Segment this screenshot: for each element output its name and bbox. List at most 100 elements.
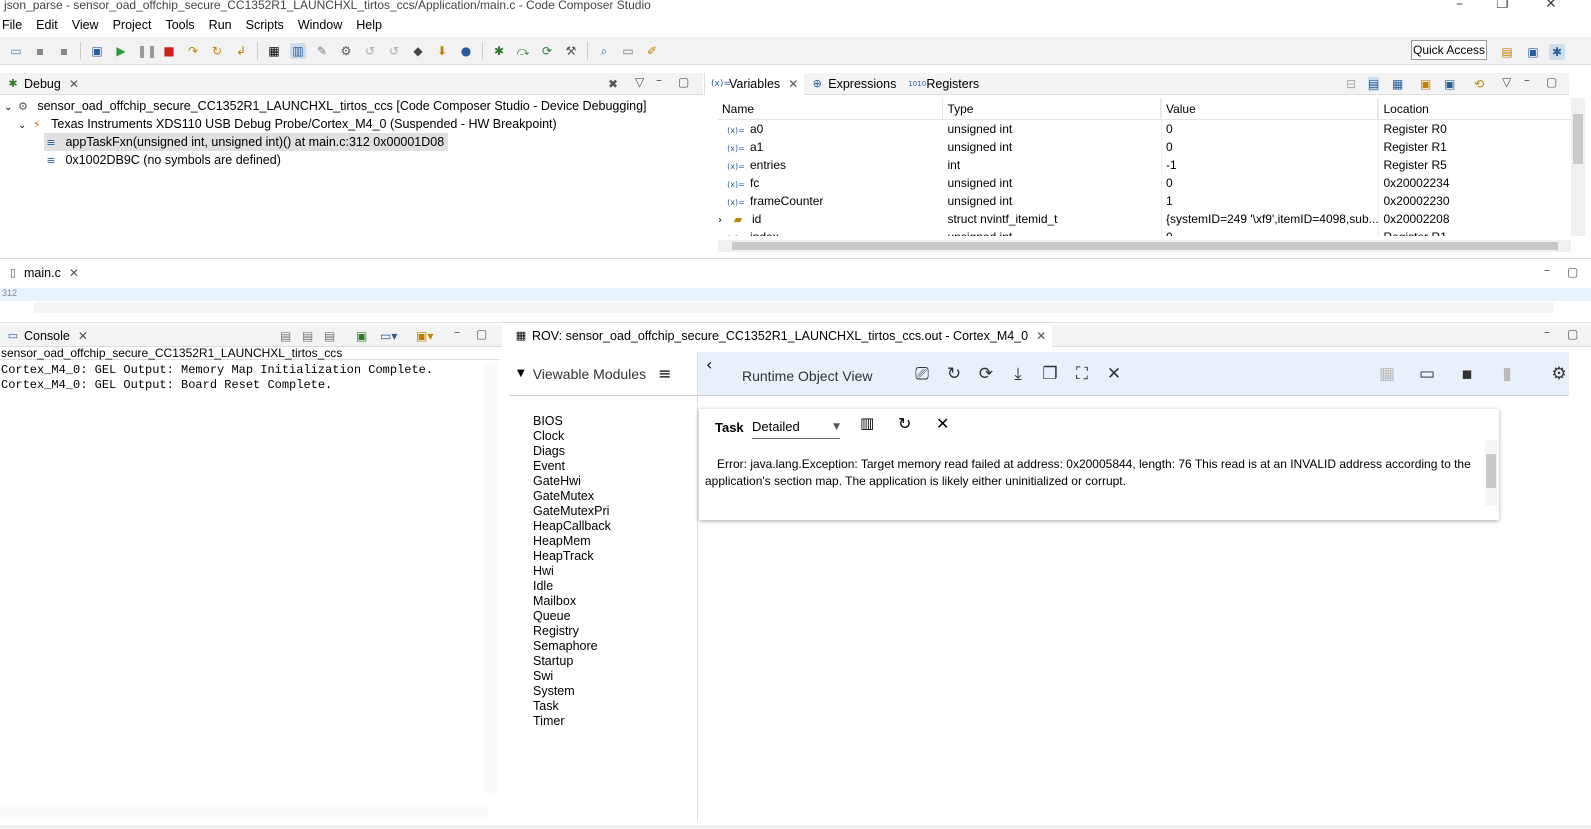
maximize-view-icon[interactable]: ▢ [476,327,487,341]
console-hscroll[interactable] [0,807,488,819]
close-icon[interactable]: ✕ [69,266,79,280]
list-item[interactable]: BIOS [533,414,611,429]
minimize-view-icon[interactable]: – [1524,73,1530,87]
fullscreen-icon[interactable]: ⛶ [1071,363,1093,385]
refresh-variables-icon[interactable]: ⟲ [1474,77,1484,91]
layout-icon[interactable]: ▦ [1392,77,1403,91]
minimize-view-icon[interactable]: – [1544,325,1550,339]
refresh-icon[interactable]: ⟳ [539,43,555,59]
menu-run[interactable]: Run [209,18,232,32]
list-item[interactable]: Event [533,459,611,474]
tab-rov[interactable]: ▦ ROV: sensor_oad_offchip_secure_CC1352R… [508,324,1053,347]
debug-probe-row[interactable]: ⌄ ⚡ Texas Instruments XDS110 USB Debug P… [18,115,557,133]
list-item[interactable]: Task [533,699,611,714]
tab-registers[interactable]: 1010 Registers [902,73,985,95]
list-item[interactable]: Queue [533,609,611,624]
tab-console[interactable]: ▭ Console ✕ [0,325,94,347]
minimize-view-icon[interactable]: – [1544,263,1550,277]
close-icon[interactable]: ✕ [1036,329,1046,343]
minimize-view-icon[interactable]: – [454,325,460,339]
variable-value[interactable]: -1 [1160,156,1379,174]
ccs-edit-perspective-icon[interactable]: ▣ [1525,44,1541,60]
stack-frame-row[interactable]: ≡ 0x1002DB9C (no symbols are defined) [44,151,281,169]
dashboard-icon[interactable]: ▦ [1376,363,1398,385]
show-type-icon[interactable]: ▤ [1368,77,1380,91]
run-config-icon[interactable]: ● [458,43,474,59]
list-item[interactable]: Timer [533,714,611,729]
quick-access-field[interactable]: Quick Access [1411,40,1487,60]
suspend-icon[interactable]: ❚❚ [137,43,157,59]
menu-project[interactable]: Project [113,18,152,32]
maximize-icon[interactable]: ❐ [1496,0,1509,12]
tool-icon[interactable]: ✎ [314,43,330,59]
collapse-modules-icon[interactable]: ▼ [517,368,525,379]
save-icon[interactable]: ▪ [32,43,48,59]
back-icon[interactable]: ‹ [706,355,712,374]
variable-value[interactable]: 1 [1160,192,1379,210]
refresh-icon[interactable]: ↻ [943,363,965,385]
menu-file[interactable]: File [2,18,22,32]
close-window-icon[interactable]: ✕ [1545,0,1557,12]
search-icon[interactable]: ⌕ [596,43,612,59]
view-menu-icon[interactable]: ▽ [635,75,644,89]
grid-icon[interactable]: ▦ [266,43,282,59]
snapshot-icon[interactable]: ❐ [1039,363,1061,385]
pin-console-icon[interactable]: ▣ [356,329,367,343]
toggle-icon[interactable]: ▥ [290,42,306,59]
minimize-view-icon[interactable]: – [656,73,662,87]
window-icon[interactable]: ▭ [620,43,636,59]
pin-icon[interactable]: ✐ [644,43,660,59]
variable-value[interactable]: 0 [1160,120,1379,138]
menu-help[interactable]: Help [356,18,382,32]
list-item[interactable]: Idle [533,579,611,594]
menu-edit[interactable]: Edit [36,18,58,32]
list-item[interactable]: Diags [533,444,611,459]
variable-value[interactable]: 0 [1160,228,1379,236]
connect-target-icon[interactable]: ⎚ [911,363,933,385]
variable-value[interactable]: 0 [1160,174,1379,192]
view-menu-icon[interactable]: ▽ [1502,75,1511,89]
close-icon[interactable]: ✕ [1103,363,1125,385]
list-item[interactable]: System [533,684,611,699]
delete-icon[interactable]: ▮ [1496,363,1518,385]
list-item[interactable]: GateMutex [533,489,611,504]
column-value[interactable]: Value [1160,98,1379,119]
list-item[interactable]: GateMutexPri [533,504,611,519]
table-row[interactable]: (x)= a1 unsigned int 0 Register R1 [718,138,1578,156]
maximize-view-icon[interactable]: ▢ [678,75,689,89]
new-icon[interactable]: ▭ [8,43,24,59]
step-into-icon[interactable]: ↷ [185,43,201,59]
table-row[interactable]: › ▰ id struct nvintf_itemid_t {systemID=24… [718,210,1578,228]
task-vscroll-thumb[interactable] [1486,454,1496,488]
flash-icon[interactable]: ◆ [410,43,426,59]
close-icon[interactable]: ✕ [788,77,798,91]
list-item[interactable]: Startup [533,654,611,669]
list-item[interactable]: HeapCallback [533,519,611,534]
list-item[interactable]: Clock [533,429,611,444]
restart-icon[interactable]: ↺ [362,43,378,59]
tab-expressions[interactable]: ⊕ Expressions [804,73,902,95]
download-icon[interactable]: ⤓ [1007,363,1029,385]
step-over-icon[interactable]: ↻ [209,43,225,59]
connect-icon[interactable]: ▣ [89,43,105,59]
step-return-icon[interactable]: ↲ [233,43,249,59]
remove-terminated-icon[interactable]: ✖ [608,77,618,91]
list-item[interactable]: Registry [533,624,611,639]
table-row[interactable]: (x)= fc unsigned int 0 0x20002234 [718,174,1578,192]
open-folder-icon[interactable]: ▭ [1416,363,1438,385]
menu-window[interactable]: Window [298,18,342,32]
clear-console-icon[interactable]: ▤ [280,329,291,343]
close-icon[interactable]: ✕ [936,414,949,433]
variable-value[interactable]: {systemID=249 '\xf9',itemID=4098,sub... [1160,210,1378,228]
columns-icon[interactable]: ▥ [860,414,874,432]
refresh-icon[interactable]: ↻ [898,414,911,433]
menu-scripts[interactable]: Scripts [246,18,284,32]
maximize-view-icon[interactable]: ▢ [1567,327,1578,341]
display-console-icon[interactable]: ▭▾ [380,329,397,343]
debug-dropdown-icon[interactable]: ⚙ [338,43,354,59]
debug-session-row[interactable]: ⌄ ⚙ sensor_oad_offchip_secure_CC1352R1_L… [4,97,647,115]
table-row[interactable]: (x)= entries int -1 Register R5 [718,156,1578,174]
column-type[interactable]: Type [943,98,1161,119]
list-item[interactable]: HeapMem [533,534,611,549]
load-icon[interactable]: ⬇ [434,43,450,59]
